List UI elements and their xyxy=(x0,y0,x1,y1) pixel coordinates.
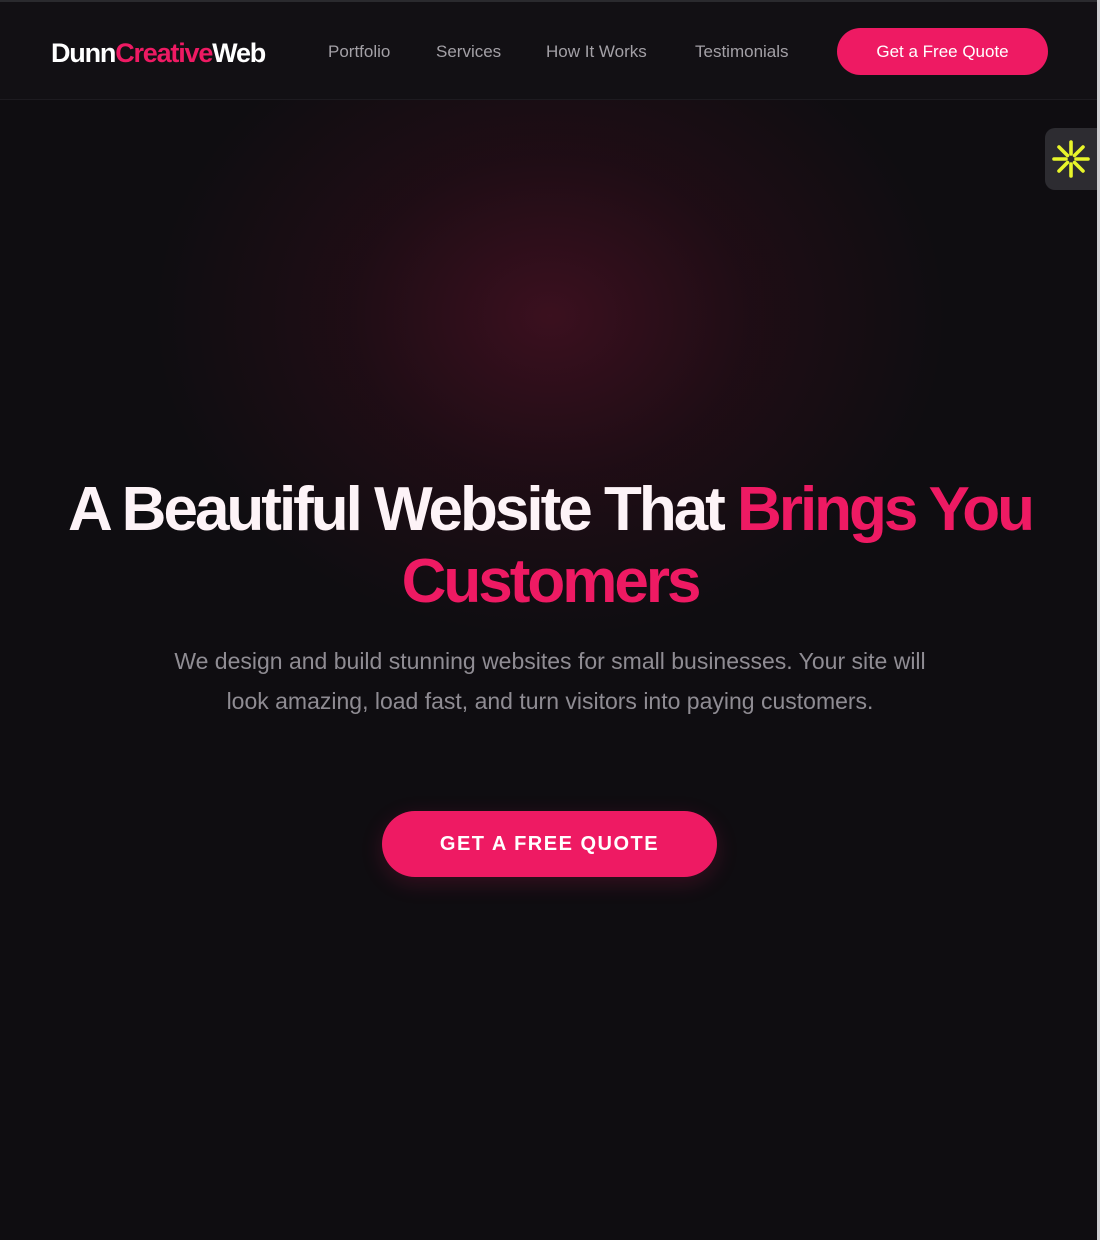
logo-word-web: Web xyxy=(212,38,266,68)
sparkle-burst-icon xyxy=(1052,140,1090,178)
nav-get-quote-button[interactable]: Get a Free Quote xyxy=(837,28,1048,75)
brand-logo[interactable]: DunnCreativeWeb xyxy=(51,36,266,70)
logo-word-dunn: Dunn xyxy=(51,38,116,68)
nav-link-portfolio[interactable]: Portfolio xyxy=(328,40,390,64)
nav-link-services[interactable]: Services xyxy=(436,40,501,64)
nav-link-how-it-works[interactable]: How It Works xyxy=(546,40,647,64)
navbar: DunnCreativeWeb Portfolio Services How I… xyxy=(0,0,1100,100)
hero-subtitle: We design and build stunning websites fo… xyxy=(174,648,926,714)
logo-word-creative: Creative xyxy=(115,38,213,68)
hero-get-quote-button[interactable]: GET A FREE QUOTE xyxy=(382,811,717,877)
nav-link-testimonials[interactable]: Testimonials xyxy=(695,40,789,64)
hero-title-main: A Beautiful Website That xyxy=(67,475,738,544)
hero-title: A Beautiful Website That Brings You Cust… xyxy=(0,474,1100,618)
floating-widget-button[interactable] xyxy=(1045,128,1100,190)
